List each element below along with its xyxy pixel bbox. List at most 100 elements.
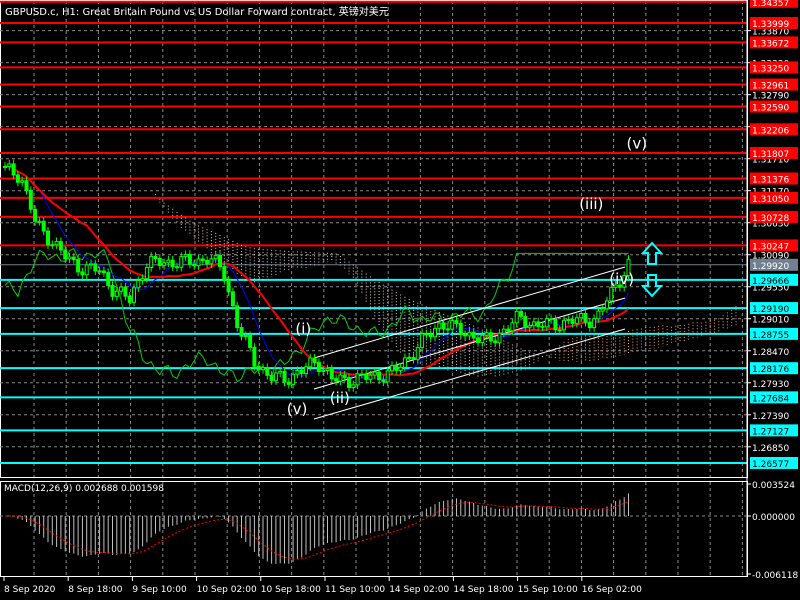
candle-body bbox=[226, 279, 231, 293]
candle-body bbox=[321, 369, 326, 373]
candle-body bbox=[381, 379, 386, 383]
candle-body bbox=[110, 284, 115, 297]
candle-body bbox=[544, 318, 549, 328]
candle-body bbox=[67, 256, 72, 260]
candle-body bbox=[149, 255, 154, 269]
candle-body bbox=[420, 333, 425, 349]
candle-body bbox=[200, 258, 205, 261]
candle-body bbox=[510, 322, 515, 332]
candle-body bbox=[583, 313, 588, 323]
time-label: 11 Sep 10:00 bbox=[325, 585, 385, 595]
candle-body bbox=[566, 319, 571, 322]
candle-body bbox=[80, 271, 85, 276]
candle-body bbox=[484, 332, 489, 336]
candle-body bbox=[501, 328, 506, 334]
candle-body bbox=[235, 305, 240, 329]
candle-body bbox=[325, 368, 330, 371]
price-chart[interactable]: (v)(iii)(iv)(i)(ii)(v) 1.338701.333301.3… bbox=[0, 0, 800, 600]
candle-body bbox=[351, 384, 356, 389]
candle-body bbox=[46, 230, 50, 246]
wave-label: (iv) bbox=[609, 270, 634, 288]
candle-body bbox=[106, 272, 111, 286]
support_levels-label: 1.26577 bbox=[752, 460, 789, 470]
candle-body bbox=[398, 366, 403, 371]
candle-body bbox=[424, 333, 429, 336]
candle-body bbox=[506, 328, 511, 332]
candle-body bbox=[394, 364, 399, 371]
candle-body bbox=[187, 253, 192, 265]
candle-body bbox=[230, 291, 235, 307]
resistance_levels-label: 1.33250 bbox=[752, 64, 789, 74]
resistance_levels-label: 1.30247 bbox=[752, 242, 789, 252]
candle-body bbox=[579, 313, 584, 319]
candle-body bbox=[76, 259, 81, 273]
candle-body bbox=[454, 320, 459, 324]
candle-body bbox=[114, 290, 119, 297]
arrows bbox=[640, 241, 664, 298]
candle-body bbox=[493, 340, 498, 344]
candle-body bbox=[523, 315, 528, 329]
wave-label: (i) bbox=[295, 320, 311, 338]
time-label: 14 Sep 18:00 bbox=[453, 585, 513, 595]
main-panel-border bbox=[0, 0, 748, 478]
price-channel bbox=[313, 266, 626, 420]
time-label: 10 Sep 02:00 bbox=[197, 585, 257, 595]
candle-body bbox=[41, 220, 46, 232]
candle-body bbox=[549, 318, 554, 321]
candle-body bbox=[192, 263, 197, 267]
resistance_levels-label: 1.31807 bbox=[752, 150, 789, 160]
candle-body bbox=[347, 377, 351, 389]
candle-body bbox=[252, 346, 257, 367]
candle-body bbox=[519, 311, 523, 317]
candle-body bbox=[428, 334, 433, 338]
candle-body bbox=[243, 335, 248, 338]
candle-body bbox=[84, 264, 89, 276]
candle-body bbox=[497, 332, 502, 344]
candle-body bbox=[570, 319, 575, 324]
wave-label: (v) bbox=[627, 135, 648, 153]
candle-body bbox=[269, 374, 274, 382]
candle-body bbox=[312, 357, 317, 363]
candle-body bbox=[605, 300, 609, 310]
candle-body bbox=[540, 325, 545, 328]
support_levels-label: 1.29666 bbox=[752, 277, 789, 287]
candle-body bbox=[286, 381, 291, 385]
candle-body bbox=[445, 328, 450, 331]
macd-tick-label: -0.006118 bbox=[752, 571, 798, 581]
candle-body bbox=[553, 319, 558, 331]
time-label: 8 Sep 2020 bbox=[4, 585, 56, 595]
candle-body bbox=[329, 368, 334, 380]
candle-body bbox=[183, 253, 188, 258]
price-tick-label: 1.28470 bbox=[752, 348, 789, 358]
candle-body bbox=[28, 189, 33, 210]
candle-body bbox=[175, 266, 179, 269]
candle-body bbox=[54, 241, 59, 246]
candle-body bbox=[355, 373, 360, 386]
candle-body bbox=[213, 254, 218, 260]
macd-label: MACD(12,26,9) 0.002688 0.001598 bbox=[4, 484, 164, 494]
candle-body bbox=[93, 263, 98, 272]
price-tick-label: 1.32790 bbox=[752, 92, 789, 102]
wave-label: (iii) bbox=[579, 195, 603, 213]
candle-body bbox=[411, 356, 416, 360]
time-label: 8 Sep 18:00 bbox=[68, 585, 123, 595]
candle-body bbox=[7, 163, 12, 167]
candle-body bbox=[278, 370, 283, 374]
candle-body bbox=[514, 311, 519, 324]
candle-body bbox=[166, 259, 171, 264]
current-price-label: 1.29920 bbox=[752, 262, 789, 272]
candle-body bbox=[282, 370, 287, 383]
candle-body bbox=[50, 244, 55, 247]
candle-body bbox=[299, 369, 304, 375]
candle-body bbox=[433, 327, 437, 338]
support_levels-label: 1.27684 bbox=[752, 394, 789, 404]
candle-body bbox=[441, 322, 446, 330]
price-tick-label: 1.26850 bbox=[752, 444, 789, 454]
candle-body bbox=[308, 357, 313, 368]
candle-body bbox=[123, 286, 128, 297]
candle-body bbox=[24, 180, 29, 191]
candle-body bbox=[557, 329, 562, 332]
candle-body bbox=[15, 174, 20, 183]
candle-body bbox=[265, 367, 270, 376]
price-tick-label: 1.27390 bbox=[752, 412, 789, 422]
